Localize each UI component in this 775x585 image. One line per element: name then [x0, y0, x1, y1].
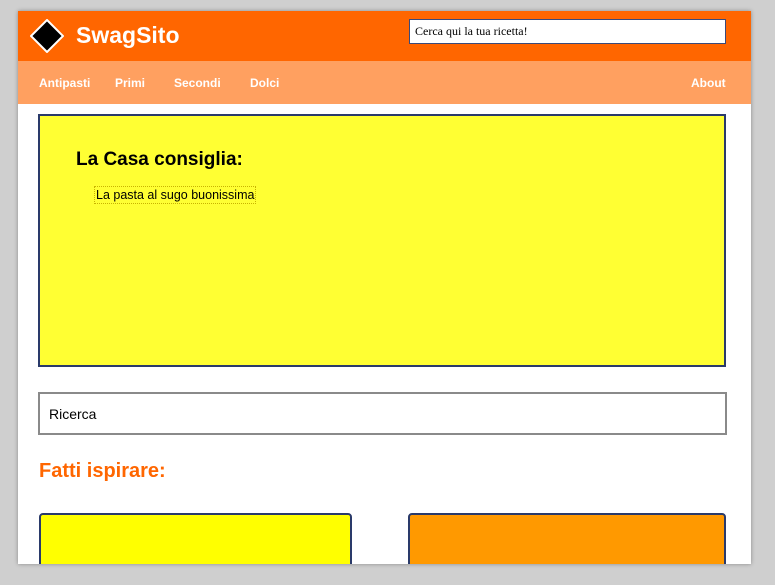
site-title[interactable]: SwagSito	[76, 21, 180, 49]
nav-item-antipasti[interactable]: Antipasti	[39, 76, 90, 90]
nav-item-dolci[interactable]: Dolci	[250, 76, 279, 90]
featured-recipe-link[interactable]: La pasta al sugo buonissima	[93, 186, 257, 204]
diamond-icon[interactable]	[30, 19, 64, 53]
header: SwagSito	[18, 11, 751, 61]
inspire-title: Fatti ispirare:	[39, 460, 166, 482]
inspire-card[interactable]	[39, 513, 352, 564]
featured-box: La Casa consiglia: La pasta al sugo buon…	[38, 114, 726, 367]
featured-title: La Casa consiglia:	[76, 149, 243, 170]
nav-item-about[interactable]: About	[691, 76, 726, 90]
nav-item-primi[interactable]: Primi	[115, 76, 145, 90]
recipe-search-input[interactable]	[409, 19, 726, 44]
nav-item-secondi[interactable]: Secondi	[174, 76, 221, 90]
main-nav: Antipasti Primi Secondi Dolci About	[18, 61, 751, 104]
search-field[interactable]	[38, 392, 727, 435]
inspire-card[interactable]	[408, 513, 726, 564]
page: SwagSito Antipasti Primi Secondi Dolci A…	[18, 11, 751, 564]
